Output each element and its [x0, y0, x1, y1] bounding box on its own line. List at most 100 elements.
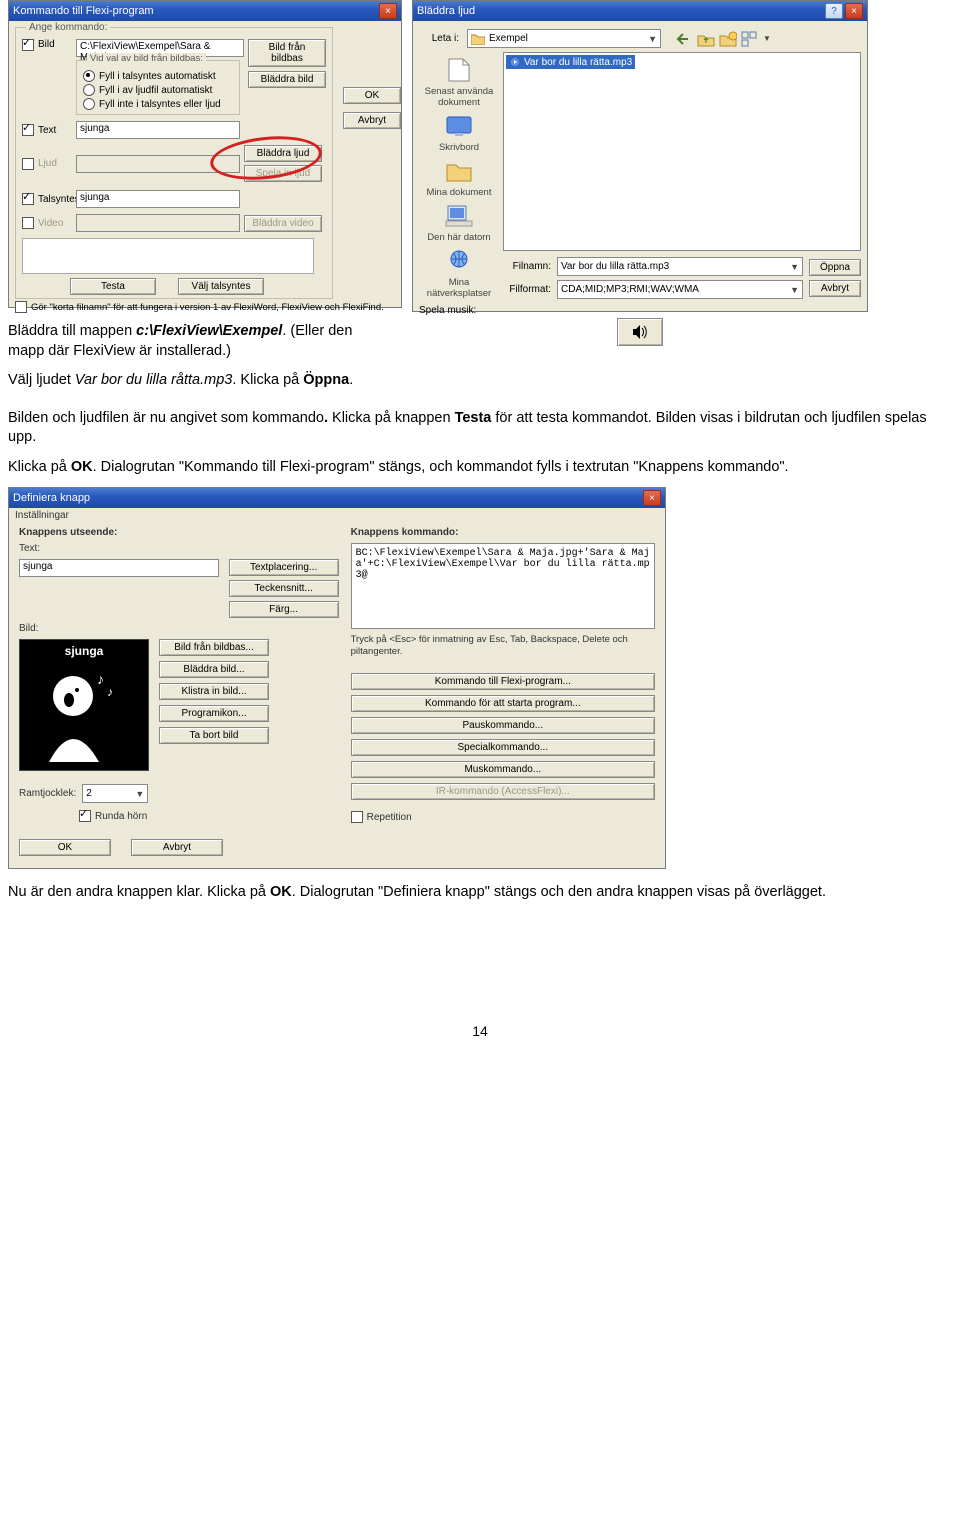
text-label: Text — [38, 125, 72, 136]
bladdra-title: Bläddra ljud — [417, 5, 475, 17]
text-label: Text: — [19, 543, 339, 554]
avbryt-button[interactable]: Avbryt — [131, 839, 223, 856]
farg-button[interactable]: Färg... — [229, 601, 339, 618]
bild-label: Bild: — [19, 623, 339, 634]
filformat-dropdown[interactable]: CDA;MID;MP3;RMI;WAV;WMA▼ — [557, 280, 803, 299]
avbryt-button[interactable]: Avbryt — [809, 280, 861, 297]
definiera-knapp-dialog: Definiera knapp × Inställningar Knappens… — [8, 487, 666, 869]
back-icon[interactable] — [675, 31, 693, 47]
kommando-flexi-button[interactable]: Kommando till Flexi-program... — [351, 673, 655, 690]
avbryt-button[interactable]: Avbryt — [343, 112, 401, 129]
filnamn-label: Filnamn: — [503, 261, 551, 272]
klistra-in-button[interactable]: Klistra in bild... — [159, 683, 269, 700]
file-list[interactable]: Var bor du lilla rätta.mp3 — [503, 52, 861, 251]
ramtjocklek-dropdown[interactable]: 2▼ — [82, 784, 148, 803]
bladdra-video-button: Bläddra video — [244, 215, 322, 232]
para-5: Nu är den andra knappen klar. Klicka på … — [8, 883, 952, 903]
ljud-checkbox[interactable] — [22, 158, 34, 170]
text-input[interactable]: sjunga — [76, 121, 240, 139]
oppna-button[interactable]: Öppna — [809, 259, 861, 276]
play-sound-button[interactable] — [617, 318, 663, 346]
ok-button[interactable]: OK — [343, 87, 401, 104]
testa-button[interactable]: Testa — [70, 278, 156, 295]
desktop-icon — [445, 114, 473, 138]
radio-group-label: Vid val av bild från bildbas: — [87, 53, 206, 64]
muskommando-button[interactable]: Muskommando... — [351, 761, 655, 778]
close-icon[interactable]: × — [379, 3, 397, 19]
preview-panel — [22, 238, 314, 274]
kommando-textarea[interactable]: BC:\FlexiView\Exempel\Sara & Maja.jpg+'S… — [351, 543, 655, 629]
network-item[interactable]: Mina nätverksplatser — [419, 247, 499, 299]
filnamn-input[interactable]: Var bor du lilla rätta.mp3▼ — [557, 257, 803, 276]
pauskommando-button[interactable]: Pauskommando... — [351, 717, 655, 734]
para-1: Bläddra till mappen c:\FlexiView\Exempel… — [8, 322, 378, 361]
kommando-dialog: Kommando till Flexi-program × Ange komma… — [8, 0, 402, 308]
close-icon[interactable]: × — [845, 3, 863, 19]
repetition-checkbox[interactable] — [351, 811, 363, 823]
bild-checkbox[interactable] — [22, 39, 34, 51]
talsyntes-checkbox[interactable] — [22, 193, 34, 205]
text-checkbox[interactable] — [22, 124, 34, 136]
text-input[interactable]: sjunga — [19, 559, 219, 577]
korta-filnamn-label: Gör "korta filnamn" för att fungera i ve… — [31, 302, 384, 313]
group-label: Ange kommando: — [26, 22, 110, 33]
textplacering-button[interactable]: Textplacering... — [229, 559, 339, 576]
ok-button[interactable]: OK — [19, 839, 111, 856]
radio-fyll-inte[interactable] — [83, 98, 95, 110]
runda-horn-label: Runda hörn — [95, 811, 147, 822]
places-sidebar: Senast använda dokument Skrivbord Mina d… — [419, 52, 499, 299]
bild-bildbas-button[interactable]: Bild från bildbas — [248, 39, 326, 67]
desktop-item[interactable]: Skrivbord — [439, 112, 479, 153]
page-number: 14 — [8, 1023, 952, 1039]
document-icon — [445, 58, 473, 82]
new-folder-icon[interactable] — [719, 31, 737, 47]
runda-horn-checkbox[interactable] — [79, 810, 91, 822]
view-icon[interactable] — [741, 31, 759, 47]
bild-label: Bild — [38, 39, 72, 50]
menubar-inst[interactable]: Inställningar — [9, 508, 665, 523]
filformat-label: Filformat: — [503, 284, 551, 295]
folder-dropdown[interactable]: Exempel ▼ — [467, 29, 661, 48]
para-2: Välj ljudet Var bor du lilla råtta.mp3. … — [8, 371, 378, 391]
folder-docs-icon — [445, 159, 473, 183]
svg-text:♪: ♪ — [107, 685, 113, 699]
ramtjocklek-label: Ramtjocklek: — [19, 788, 76, 799]
utseende-heading: Knappens utseende: — [19, 527, 339, 538]
programikon-button[interactable]: Programikon... — [159, 705, 269, 722]
svg-text:♪: ♪ — [97, 671, 104, 687]
bladdra-bild-button[interactable]: Bläddra bild — [248, 71, 326, 88]
kommando-title: Kommando till Flexi-program — [13, 5, 154, 17]
teckensnitt-button[interactable]: Teckensnitt... — [229, 580, 339, 597]
specialkommando-button[interactable]: Specialkommando... — [351, 739, 655, 756]
radio-ljud-auto[interactable] — [83, 84, 95, 96]
bild-bildbas-button[interactable]: Bild från bildbas... — [159, 639, 269, 656]
valj-talsyntes-button[interactable]: Välj talsyntes — [178, 278, 264, 295]
recent-docs-item[interactable]: Senast använda dokument — [419, 56, 499, 108]
computer-icon — [445, 204, 473, 228]
kommando-starta-button[interactable]: Kommando för att starta program... — [351, 695, 655, 712]
close-icon[interactable]: × — [643, 490, 661, 506]
definiera-titlebar: Definiera knapp × — [9, 488, 665, 508]
my-computer-item[interactable]: Den här datorn — [427, 202, 490, 243]
up-folder-icon[interactable] — [697, 31, 715, 47]
korta-filnamn-checkbox[interactable] — [15, 301, 27, 313]
talsyntes-label: Talsyntes — [38, 194, 72, 205]
bladdra-bild-button[interactable]: Bläddra bild... — [159, 661, 269, 678]
speaker-icon — [631, 324, 649, 340]
preview-image: ♪ ♪ — [29, 662, 139, 762]
my-docs-item[interactable]: Mina dokument — [427, 157, 492, 198]
ljud-label: Ljud — [38, 158, 72, 169]
radio-talsyntes-auto[interactable] — [83, 70, 95, 82]
video-input — [76, 214, 240, 232]
kommando-titlebar: Kommando till Flexi-program × — [9, 1, 401, 21]
repetition-label: Repetition — [367, 812, 412, 823]
video-checkbox[interactable] — [22, 217, 34, 229]
ir-kommando-button: IR-kommando (AccessFlexi)... — [351, 783, 655, 800]
file-item-selected[interactable]: Var bor du lilla rätta.mp3 — [506, 55, 635, 69]
talsyntes-input[interactable]: sjunga — [76, 190, 240, 208]
esc-hint: Tryck på <Esc> för inmatning av Esc, Tab… — [351, 634, 655, 657]
help-icon[interactable]: ? — [825, 3, 843, 19]
leta-i-label: Leta i: — [419, 33, 459, 44]
audio-file-icon — [509, 56, 521, 68]
ta-bort-bild-button[interactable]: Ta bort bild — [159, 727, 269, 744]
